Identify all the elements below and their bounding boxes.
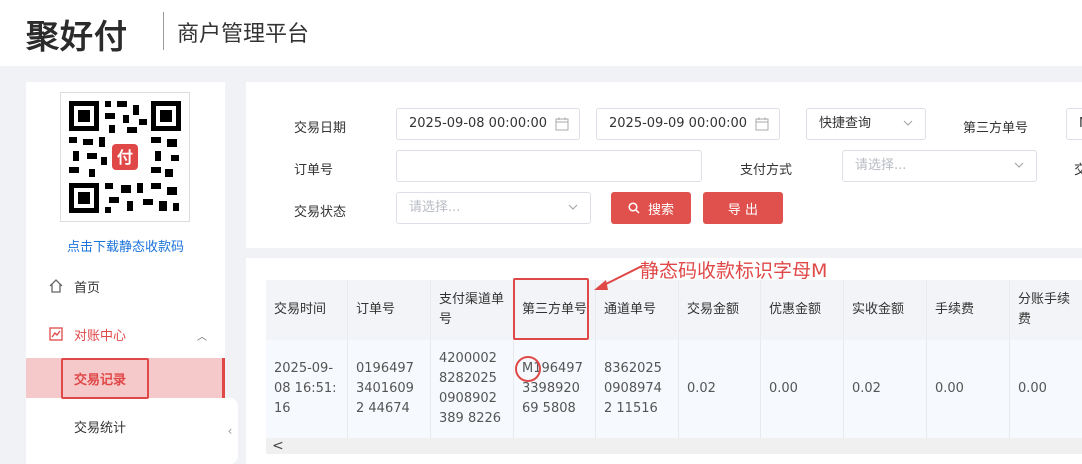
order-no-input[interactable] — [396, 150, 702, 182]
annotation-text: 静态码收款标识字母M — [640, 260, 828, 282]
pay-method-placeholder: 请选择... — [855, 158, 907, 173]
logo-divider — [163, 12, 164, 50]
annotation-arrow-icon — [594, 265, 643, 290]
third-party-no-label: 第三方单号 — [963, 121, 1029, 136]
column-header[interactable]: 交易金额 — [679, 280, 761, 340]
chevron-down-icon — [903, 120, 913, 126]
table-panel: 交易时间 订单号 支付渠道单号 第三方单号 通道单号 交易金额 优惠金额 实收金… — [246, 258, 1082, 464]
quick-query-value: 快捷查询 — [819, 116, 872, 131]
sidebar-collapse-handle[interactable]: ‹ — [222, 398, 238, 464]
trade-status-select[interactable]: 请选择... — [396, 192, 591, 224]
sidebar-item-label: 对账中心 — [74, 328, 127, 344]
search-button-label: 搜索 — [647, 202, 674, 218]
column-header[interactable]: 支付渠道单号 — [431, 280, 514, 340]
column-header[interactable]: 分账手续费 — [1010, 280, 1082, 340]
svg-text:付: 付 — [117, 148, 133, 167]
platform-title: 商户管理平台 — [177, 22, 310, 47]
trade-status-placeholder: 请选择... — [409, 200, 461, 215]
horizontal-scrollbar[interactable]: < — [266, 438, 1082, 454]
annotation-highlight-circle — [515, 356, 541, 382]
cell-third-party-no: M196497339892069 5808 — [514, 340, 596, 438]
cell-fee: 0.00 — [927, 340, 1010, 438]
quick-query-select[interactable]: 快捷查询 — [806, 108, 926, 140]
table-header-row: 交易时间 订单号 支付渠道单号 第三方单号 通道单号 交易金额 优惠金额 实收金… — [266, 280, 1082, 340]
sidebar: 付 点击下载静态收款码 首页 对账中心 ︿ 交易记录 交易统计 — [26, 82, 225, 464]
export-button[interactable]: 导 出 — [703, 192, 783, 224]
download-static-qr-link[interactable]: 点击下载静态收款码 — [26, 236, 225, 255]
sidebar-item-reconciliation[interactable]: 对账中心 ︿ — [26, 314, 225, 354]
cell-split-fee: 0.00 — [1018, 381, 1047, 396]
qr-code[interactable]: 付 — [60, 92, 190, 222]
third-party-no-input[interactable]: M — [1066, 108, 1082, 140]
chevron-down-icon — [1014, 162, 1024, 168]
order-no-label: 订单号 — [294, 163, 334, 178]
sidebar-item-home[interactable]: 首页 — [26, 266, 225, 306]
sidebar-item-transaction-stats[interactable]: 交易统计 — [26, 406, 225, 446]
start-date-input[interactable]: 2025-09-08 00:00:00 — [396, 108, 580, 140]
search-icon — [628, 202, 640, 214]
export-button-label: 导 出 — [727, 202, 759, 218]
chart-icon — [49, 327, 63, 341]
column-header[interactable]: 优惠金额 — [761, 280, 844, 340]
chevron-up-icon: ︿ — [197, 332, 207, 343]
cell-received-amount: 0.02 — [844, 340, 927, 438]
end-date-input[interactable]: 2025-09-09 00:00:00 — [596, 108, 780, 140]
chevron-left-icon: ‹ — [227, 424, 233, 438]
cell-trade-amount: 0.02 — [679, 340, 761, 438]
column-header[interactable]: 订单号 — [348, 280, 431, 340]
cell-channel-no: 420000282820250908902389 8226 — [431, 340, 514, 438]
active-indicator — [222, 358, 225, 398]
home-icon — [49, 279, 63, 293]
brand-logo: 聚好付 — [26, 17, 128, 56]
pay-method-label: 支付方式 — [740, 163, 793, 178]
qr-code-icon: 付 — [65, 97, 185, 217]
calendar-icon — [555, 117, 569, 131]
start-date-value: 2025-09-08 00:00:00 — [409, 116, 548, 131]
search-button[interactable]: 搜索 — [611, 192, 691, 224]
cut-off-label: 交 — [1074, 163, 1082, 178]
pay-method-select[interactable]: 请选择... — [842, 150, 1037, 182]
column-header[interactable]: 交易时间 — [266, 280, 348, 340]
sidebar-item-label: 首页 — [74, 280, 101, 296]
chevron-down-icon — [568, 204, 578, 210]
calendar-icon — [755, 117, 769, 131]
annotation-highlight-box — [513, 278, 589, 340]
filter-panel: 交易日期 2025-09-08 00:00:00 2025-09-09 00:0… — [246, 82, 1082, 248]
sidebar-item-label: 交易统计 — [74, 420, 127, 436]
trade-status-label: 交易状态 — [294, 205, 347, 220]
trade-date-label: 交易日期 — [294, 121, 347, 136]
cell-order-no: 019649734016092 44674 — [348, 340, 431, 438]
app-header: 聚好付 商户管理平台 — [0, 0, 1082, 66]
end-date-value: 2025-09-09 00:00:00 — [609, 116, 748, 131]
cell-passage-no: 836202509089742 11516 — [596, 340, 679, 438]
column-header[interactable]: 手续费 — [927, 280, 1010, 340]
highlight-box — [61, 358, 149, 399]
table-row[interactable]: 2025-09-08 16:51:16 019649734016092 4467… — [266, 340, 1082, 438]
column-header[interactable]: 实收金额 — [844, 280, 927, 340]
cell-discount-amount: 0.00 — [761, 340, 844, 438]
cell-trade-time: 2025-09-08 16:51:16 — [266, 340, 348, 438]
scroll-left-icon[interactable]: < — [272, 438, 284, 454]
